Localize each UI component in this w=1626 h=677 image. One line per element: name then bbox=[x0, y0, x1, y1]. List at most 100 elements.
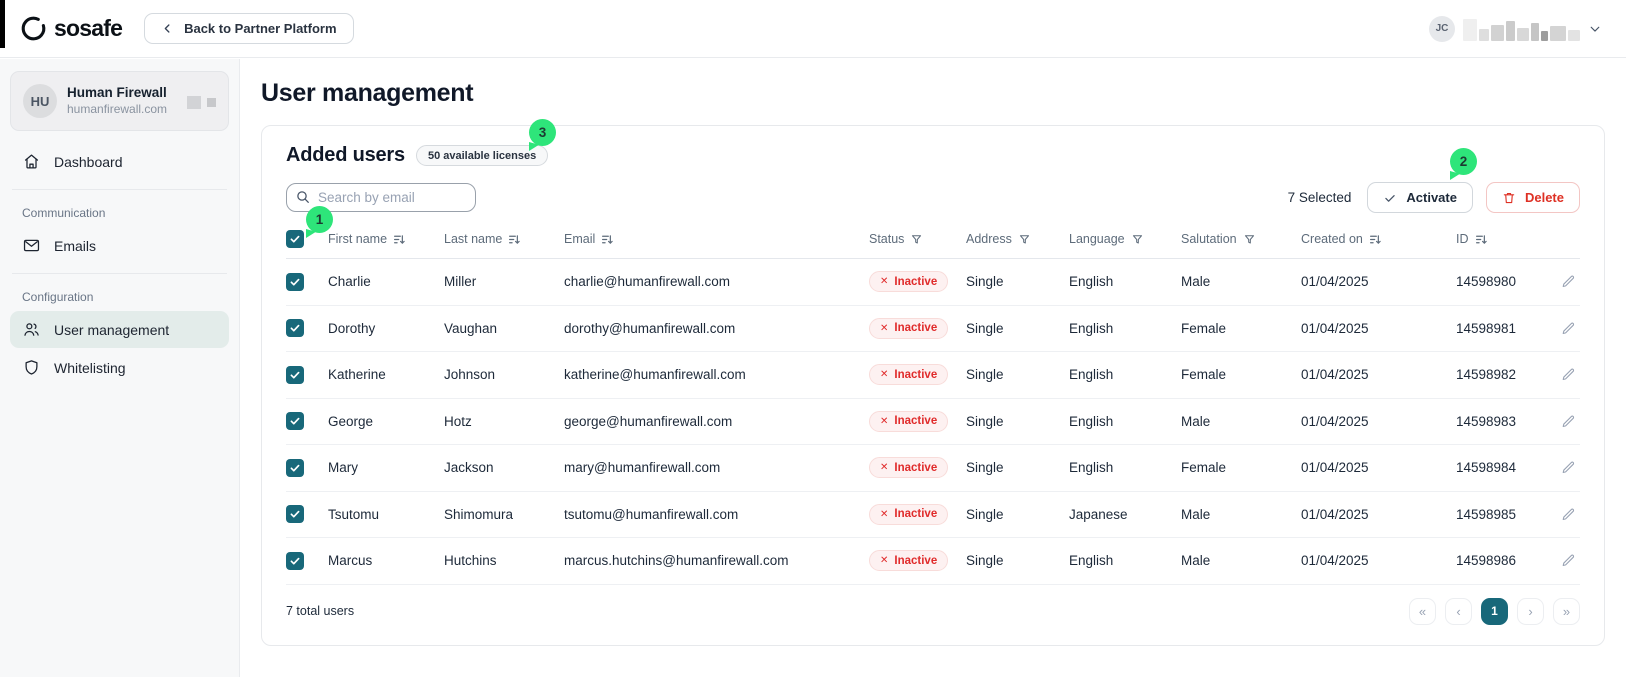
sidebar: HU Human Firewall humanfirewall.com Dash… bbox=[0, 59, 240, 677]
column-header-first-name[interactable]: First name bbox=[328, 232, 444, 246]
row-checkbox[interactable] bbox=[286, 366, 304, 384]
status-label: Inactive bbox=[894, 276, 937, 288]
redacted-org-meta bbox=[187, 96, 216, 109]
column-header-last-name[interactable]: Last name bbox=[444, 232, 564, 246]
column-header-id[interactable]: ID bbox=[1456, 232, 1561, 246]
column-header-status[interactable]: Status bbox=[869, 232, 966, 246]
cell-created-on: 01/04/2025 bbox=[1301, 274, 1456, 289]
table-row: Katherine Johnson katherine@humanfirewal… bbox=[286, 352, 1580, 399]
sidebar-item-label: Whitelisting bbox=[54, 360, 126, 376]
shield-icon bbox=[22, 358, 41, 377]
sidebar-divider bbox=[12, 273, 227, 274]
cell-address: Single bbox=[966, 367, 1069, 382]
mail-icon bbox=[22, 236, 41, 255]
column-header-email[interactable]: Email bbox=[564, 232, 869, 246]
sort-icon bbox=[1475, 233, 1488, 246]
cell-salutation: Male bbox=[1181, 414, 1301, 429]
back-to-partner-platform-button[interactable]: Back to Partner Platform bbox=[144, 13, 353, 44]
cell-salutation: Male bbox=[1181, 507, 1301, 522]
filter-icon bbox=[1243, 233, 1256, 246]
cell-id: 14598980 bbox=[1456, 274, 1561, 289]
page: sosafe Back to Partner Platform JC bbox=[0, 0, 1626, 677]
pagination-last-button[interactable]: » bbox=[1553, 598, 1580, 625]
row-checkbox[interactable] bbox=[286, 273, 304, 291]
cell-id: 14598984 bbox=[1456, 460, 1561, 475]
licenses-badge: 50 available licenses bbox=[416, 145, 548, 166]
cell-email: tsutomu@humanfirewall.com bbox=[564, 507, 869, 522]
header-checkbox[interactable] bbox=[286, 230, 304, 248]
cell-email: katherine@humanfirewall.com bbox=[564, 367, 869, 382]
org-switcher[interactable]: HU Human Firewall humanfirewall.com bbox=[10, 71, 229, 131]
cell-last-name: Hutchins bbox=[444, 553, 564, 568]
main-content: User management Added users 50 available… bbox=[240, 59, 1626, 677]
cell-id: 14598986 bbox=[1456, 553, 1561, 568]
pagination-page-1-button[interactable]: 1 bbox=[1481, 598, 1508, 625]
delete-button[interactable]: Delete bbox=[1486, 182, 1580, 213]
edit-icon[interactable] bbox=[1561, 367, 1576, 382]
x-icon: ✕ bbox=[880, 555, 888, 566]
status-label: Inactive bbox=[894, 415, 937, 427]
trash-icon bbox=[1502, 191, 1516, 205]
activate-label: Activate bbox=[1406, 190, 1457, 205]
redacted-username bbox=[1463, 17, 1580, 41]
x-icon: ✕ bbox=[880, 462, 888, 473]
cell-id: 14598982 bbox=[1456, 367, 1561, 382]
pagination-next-button[interactable]: › bbox=[1517, 598, 1544, 625]
sidebar-item-dashboard[interactable]: Dashboard bbox=[10, 143, 229, 180]
status-badge: ✕ Inactive bbox=[869, 411, 948, 432]
user-menu[interactable]: JC bbox=[1429, 16, 1602, 42]
cell-language: English bbox=[1069, 274, 1181, 289]
activate-button[interactable]: Activate bbox=[1367, 182, 1473, 213]
users-icon bbox=[22, 320, 41, 339]
sidebar-item-emails[interactable]: Emails bbox=[10, 227, 229, 264]
edit-icon[interactable] bbox=[1561, 274, 1576, 289]
search-icon bbox=[295, 189, 311, 205]
sidebar-item-user-management[interactable]: User management bbox=[10, 311, 229, 348]
back-button-label: Back to Partner Platform bbox=[184, 21, 336, 36]
chevron-down-icon bbox=[1588, 22, 1602, 36]
column-header-salutation[interactable]: Salutation bbox=[1181, 232, 1301, 246]
cell-created-on: 01/04/2025 bbox=[1301, 507, 1456, 522]
cell-last-name: Johnson bbox=[444, 367, 564, 382]
cell-last-name: Vaughan bbox=[444, 321, 564, 336]
sidebar-divider bbox=[12, 189, 227, 190]
column-header-address[interactable]: Address bbox=[966, 232, 1069, 246]
row-checkbox[interactable] bbox=[286, 505, 304, 523]
sidebar-item-whitelisting[interactable]: Whitelisting bbox=[10, 349, 229, 386]
cell-email: mary@humanfirewall.com bbox=[564, 460, 869, 475]
cell-created-on: 01/04/2025 bbox=[1301, 414, 1456, 429]
row-checkbox[interactable] bbox=[286, 552, 304, 570]
status-label: Inactive bbox=[894, 555, 937, 567]
pagination-prev-button[interactable]: ‹ bbox=[1445, 598, 1472, 625]
check-icon bbox=[1383, 191, 1397, 205]
table-footer: 7 total users « ‹ 1 › » bbox=[286, 585, 1580, 635]
cell-created-on: 01/04/2025 bbox=[1301, 553, 1456, 568]
edit-icon[interactable] bbox=[1561, 321, 1576, 336]
delete-label: Delete bbox=[1525, 190, 1564, 205]
cell-address: Single bbox=[966, 553, 1069, 568]
row-checkbox[interactable] bbox=[286, 412, 304, 430]
edit-icon[interactable] bbox=[1561, 460, 1576, 475]
table-body: Charlie Miller charlie@humanfirewall.com… bbox=[286, 258, 1580, 585]
edit-icon[interactable] bbox=[1561, 414, 1576, 429]
org-avatar: HU bbox=[23, 84, 57, 118]
row-checkbox[interactable] bbox=[286, 459, 304, 477]
logo-text: sosafe bbox=[54, 15, 122, 42]
cell-salutation: Female bbox=[1181, 460, 1301, 475]
column-header-language[interactable]: Language bbox=[1069, 232, 1181, 246]
x-icon: ✕ bbox=[880, 509, 888, 520]
card-header: Added users 50 available licenses bbox=[286, 144, 1580, 167]
cell-language: English bbox=[1069, 321, 1181, 336]
edit-icon[interactable] bbox=[1561, 507, 1576, 522]
sidebar-item-label: Dashboard bbox=[54, 154, 123, 170]
cell-address: Single bbox=[966, 507, 1069, 522]
column-header-created-on[interactable]: Created on bbox=[1301, 232, 1456, 246]
row-checkbox[interactable] bbox=[286, 319, 304, 337]
status-badge: ✕ Inactive bbox=[869, 550, 948, 571]
edit-icon[interactable] bbox=[1561, 553, 1576, 568]
cell-created-on: 01/04/2025 bbox=[1301, 321, 1456, 336]
pagination: « ‹ 1 › » bbox=[1409, 598, 1580, 625]
annotation-marker-3: 3 bbox=[529, 119, 556, 146]
pagination-first-button[interactable]: « bbox=[1409, 598, 1436, 625]
cell-language: English bbox=[1069, 460, 1181, 475]
